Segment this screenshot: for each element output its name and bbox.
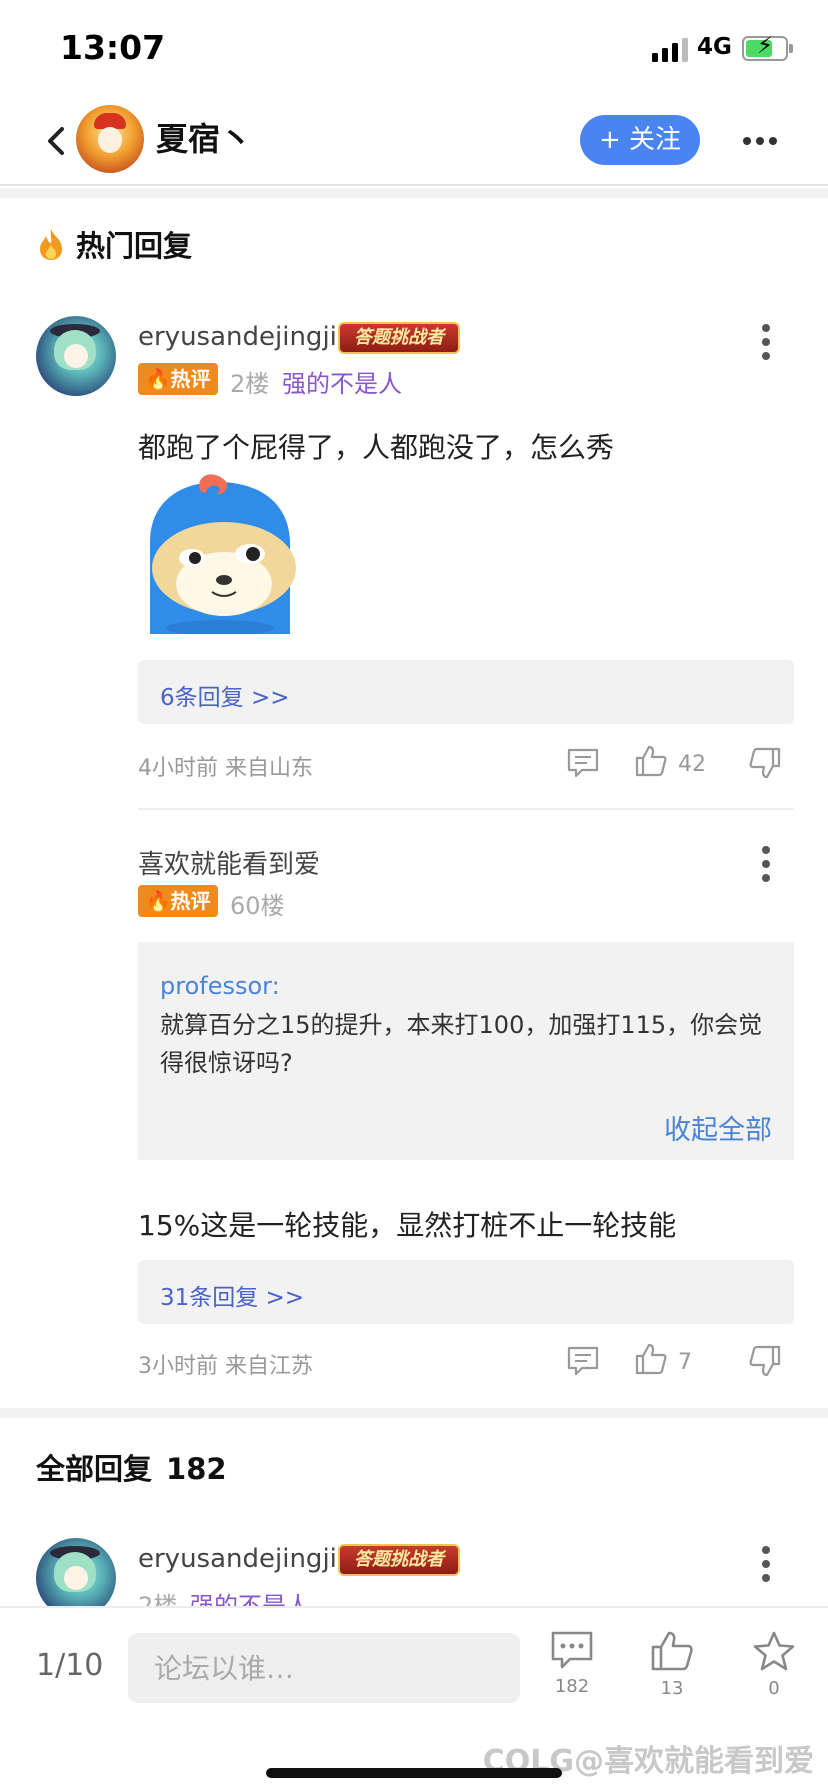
kebab-icon[interactable] xyxy=(761,324,771,360)
page-title[interactable]: 夏宿丶 xyxy=(156,114,252,160)
comment-text: 都跑了个屁得了，人都跑没了，怎么秀 xyxy=(138,431,615,464)
section-title-label: 热门回复 xyxy=(76,229,193,263)
hot-replies-title: 热门回复 xyxy=(36,223,192,265)
collapse-all-link[interactable]: 收起全部 xyxy=(664,1108,772,1147)
back-icon[interactable] xyxy=(40,121,74,161)
replies-link-box[interactable]: 31条回复 >> xyxy=(138,1260,794,1324)
avatar[interactable] xyxy=(36,316,116,396)
more-icon[interactable] xyxy=(742,134,778,148)
username[interactable]: eryusandejingji xyxy=(138,1544,337,1574)
avatar[interactable] xyxy=(76,105,144,173)
follow-button[interactable]: + 关注 xyxy=(580,115,700,165)
thumbs-down-icon[interactable] xyxy=(748,1344,782,1378)
comment-text: 15%这是一轮技能，显然打桩不止一轮技能 xyxy=(138,1209,677,1242)
fire-icon xyxy=(40,229,62,260)
replies-link[interactable]: 6条回复 >> xyxy=(160,678,290,712)
username[interactable]: 喜欢就能看到爱 xyxy=(138,844,320,881)
section-divider xyxy=(0,1408,828,1418)
watermark-text: @喜欢就能看到爱 xyxy=(574,1744,814,1779)
reply-input[interactable] xyxy=(128,1633,520,1703)
thumbs-up-icon[interactable] xyxy=(634,1342,668,1376)
like-count: 42 xyxy=(678,752,706,777)
comment-meta: 3小时前 来自江苏 xyxy=(138,1354,313,1379)
star-icon xyxy=(753,1631,795,1671)
kebab-icon[interactable] xyxy=(761,1546,771,1582)
home-indicator[interactable] xyxy=(266,1768,562,1778)
reply-total-count: 182 xyxy=(166,1452,227,1486)
user-tag: 强的不是人 xyxy=(282,370,402,398)
network-type: 4G xyxy=(697,34,732,60)
page-indicator[interactable]: 1/10 xyxy=(36,1648,103,1683)
comment-icon[interactable] xyxy=(566,747,600,779)
replies-link[interactable]: 31条回复 >> xyxy=(160,1278,304,1312)
challenger-badge: 答题挑战者 xyxy=(338,322,460,354)
all-replies-title: 全部回复 182 xyxy=(36,1446,227,1488)
comment-icon[interactable] xyxy=(566,1345,600,1377)
top-nav: 夏宿丶 + 关注 xyxy=(0,96,828,186)
section-title-label: 全部回复 xyxy=(36,1452,153,1486)
quoted-reply: professor: 就算百分之15的提升，本来打100，加强打115，你会觉得… xyxy=(138,942,794,1160)
favorite-button[interactable]: 0 xyxy=(742,1630,806,1699)
hot-comment-badge: 🔥热评 xyxy=(138,885,218,917)
bottom-bar: 1/10 182 13 0 COLG@喜欢就能看到爱 xyxy=(0,1606,828,1792)
comment-meta: 4小时前 来自山东 xyxy=(138,756,313,781)
battery-icon: ⚡ xyxy=(742,35,793,61)
quote-text: 就算百分之15的提升，本来打100，加强打115，你会觉得很惊讶吗? xyxy=(160,1011,763,1077)
favorites-count: 0 xyxy=(768,1678,780,1699)
thumbs-up-icon xyxy=(651,1631,693,1671)
sticker-image xyxy=(150,474,296,634)
hot-comment-badge: 🔥热评 xyxy=(138,363,218,395)
status-time: 13:07 xyxy=(60,28,166,67)
username[interactable]: eryusandejingji xyxy=(138,322,337,352)
comment-icon xyxy=(551,1631,593,1669)
thumbs-up-icon[interactable] xyxy=(634,744,668,778)
likes-count: 13 xyxy=(660,1678,684,1699)
replies-link-box[interactable]: 6条回复 >> xyxy=(138,660,794,724)
like-count: 7 xyxy=(678,1350,692,1375)
kebab-icon[interactable] xyxy=(761,846,771,882)
quote-author[interactable]: professor: xyxy=(160,972,280,1000)
comments-count: 182 xyxy=(554,1676,590,1697)
status-bar: 13:07 4G ⚡ xyxy=(0,0,828,96)
divider xyxy=(138,808,794,810)
thumbs-down-icon[interactable] xyxy=(748,746,782,780)
comments-button[interactable]: 182 xyxy=(540,1630,604,1697)
floor-number: 60楼 xyxy=(230,892,285,920)
like-button[interactable]: 13 xyxy=(640,1630,704,1699)
challenger-badge: 答题挑战者 xyxy=(338,1544,460,1576)
floor-number: 2楼 xyxy=(230,370,270,398)
section-divider xyxy=(0,188,828,198)
signal-icon xyxy=(652,38,688,62)
